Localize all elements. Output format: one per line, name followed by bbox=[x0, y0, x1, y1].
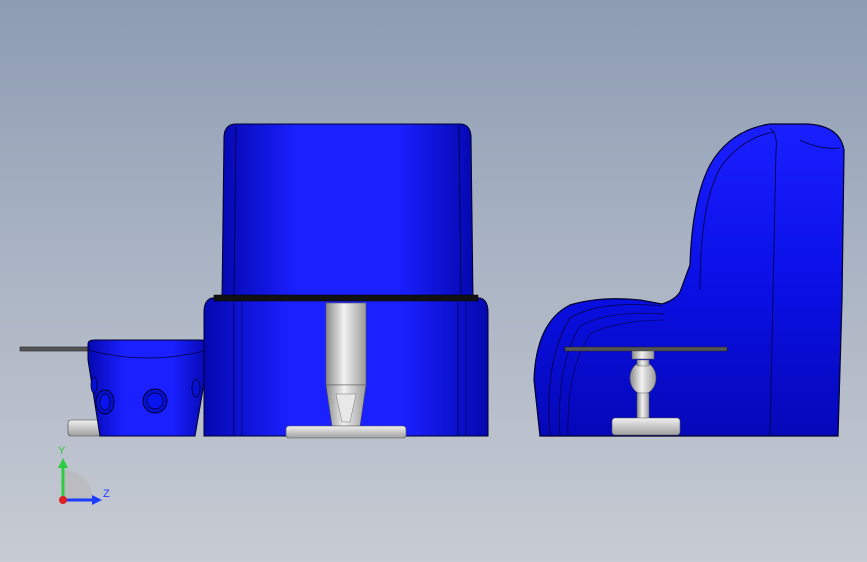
z-axis-arrow bbox=[92, 495, 102, 505]
pouf-hole-inner bbox=[146, 392, 164, 410]
sofa-side-base-plate bbox=[611, 417, 681, 436]
y-axis-label: Y bbox=[58, 445, 66, 457]
sofa-side-body bbox=[533, 123, 845, 437]
y-axis-arrow bbox=[58, 458, 68, 468]
pouf-hole bbox=[191, 378, 201, 398]
x-axis-dot bbox=[59, 496, 67, 504]
sofa-side-spindle-stem bbox=[636, 392, 650, 420]
sofa-front-backrest bbox=[221, 123, 474, 299]
triad-arc bbox=[63, 470, 93, 500]
sofa-front-seat-band bbox=[213, 294, 479, 302]
pouf-hole-inner bbox=[99, 393, 111, 411]
sofa-front-part[interactable] bbox=[203, 123, 489, 439]
pouf-part[interactable] bbox=[19, 339, 209, 437]
sofa-side-part[interactable] bbox=[533, 123, 845, 437]
cad-viewport[interactable]: Y Z bbox=[0, 0, 867, 562]
spindle-ring bbox=[636, 359, 650, 367]
sofa-side-spindle-bulb bbox=[629, 361, 657, 395]
orientation-triad: Y Z bbox=[58, 445, 110, 505]
sofa-side-tray bbox=[564, 346, 728, 352]
z-axis-label: Z bbox=[103, 488, 110, 500]
sofa-front-post bbox=[325, 302, 367, 386]
sofa-front-base-plate bbox=[285, 425, 407, 439]
sofa-side-spindle-top bbox=[631, 350, 655, 360]
pouf-hole bbox=[90, 376, 98, 394]
